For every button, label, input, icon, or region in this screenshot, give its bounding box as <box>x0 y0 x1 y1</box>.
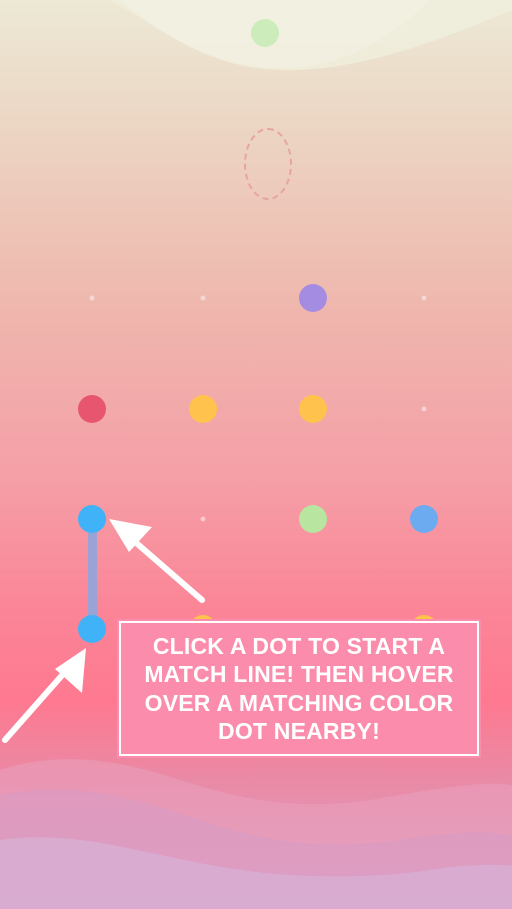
dot-r2c3-yellow[interactable] <box>299 395 327 423</box>
dot-r3c3-green[interactable] <box>299 505 327 533</box>
empty-slot <box>421 406 427 412</box>
top-wave-decoration <box>0 0 512 71</box>
target-ring <box>244 128 292 200</box>
dot-r4c1-blue[interactable] <box>78 615 106 643</box>
dot-r3c4-blue[interactable] <box>410 505 438 533</box>
game-board: CLICK A DOT TO START A MATCH LINE! THEN … <box>0 0 512 909</box>
match-line <box>88 519 97 629</box>
tutorial-message: CLICK A DOT TO START A MATCH LINE! THEN … <box>144 632 454 745</box>
dot-r3c1-blue[interactable] <box>78 505 106 533</box>
empty-slot <box>200 516 206 522</box>
empty-slot <box>421 295 427 301</box>
empty-slot <box>89 295 95 301</box>
falling-dot-green[interactable] <box>251 19 279 47</box>
bottom-wave-decoration <box>0 759 512 909</box>
dot-r2c2-yellow[interactable] <box>189 395 217 423</box>
dot-r2c1-red[interactable] <box>78 395 106 423</box>
dot-r1c3-purple[interactable] <box>299 284 327 312</box>
empty-slot <box>200 295 206 301</box>
tutorial-panel: CLICK A DOT TO START A MATCH LINE! THEN … <box>117 619 481 758</box>
